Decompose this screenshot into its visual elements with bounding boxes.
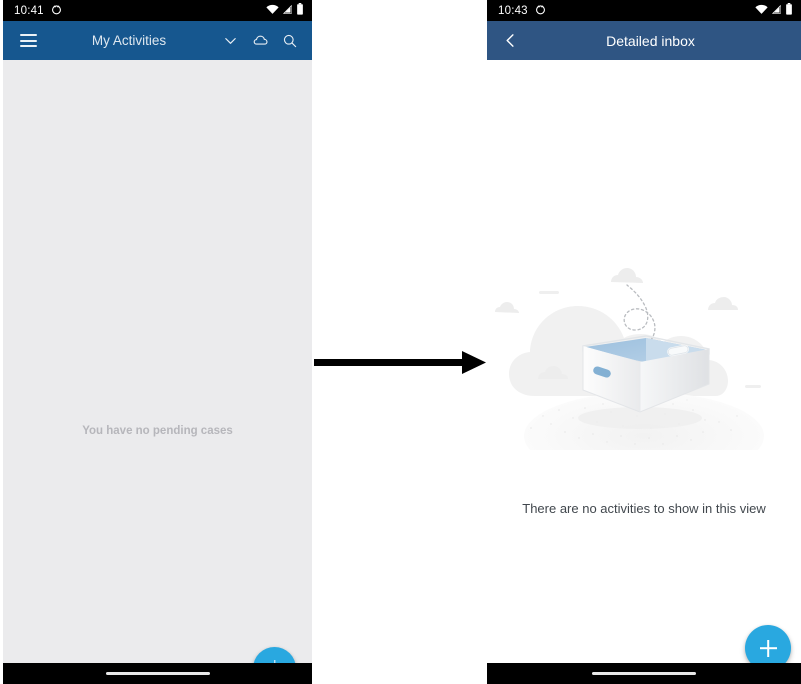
wifi-icon <box>755 2 768 20</box>
status-bar-left-group: 10:41 <box>14 2 62 20</box>
gesture-nav-bar-left <box>3 663 312 684</box>
content-area-left: You have no pending cases <box>3 60 312 684</box>
empty-box-clouds-illustration <box>487 250 801 480</box>
content-area-right: There are no activities to show in this … <box>487 60 801 671</box>
status-bar-right-group <box>755 2 793 20</box>
status-time: 10:43 <box>498 4 528 17</box>
chevron-down-icon[interactable] <box>217 28 243 54</box>
toolbar-right: Detailed inbox <box>487 21 801 60</box>
wifi-icon <box>266 2 279 20</box>
status-bar-right: 10:43 <box>487 0 801 21</box>
status-bar-right-group <box>266 2 304 20</box>
gesture-pill[interactable] <box>592 672 696 675</box>
battery-icon <box>785 2 793 20</box>
signal-icon <box>282 2 293 20</box>
empty-state-message: You have no pending cases <box>82 425 233 437</box>
cloud-icon[interactable] <box>247 28 273 54</box>
page-title: My Activities <box>91 33 167 48</box>
status-bar-left-group: 10:43 <box>498 2 546 20</box>
battery-icon <box>296 2 304 20</box>
empty-state-message: There are no activities to show in this … <box>522 501 766 516</box>
phone-right: 10:43 Detailed inbox There are no activi… <box>487 0 801 684</box>
hamburger-menu-icon[interactable] <box>15 28 41 54</box>
plus-icon <box>760 640 777 657</box>
gesture-pill[interactable] <box>105 672 210 675</box>
page-title: Detailed inbox <box>606 32 695 49</box>
search-icon[interactable] <box>277 28 303 54</box>
status-time: 10:41 <box>14 4 44 17</box>
toolbar-actions-left <box>217 28 303 54</box>
flow-arrow <box>312 345 487 380</box>
signal-icon <box>771 2 782 20</box>
alarm-icon <box>535 2 546 20</box>
toolbar-left: My Activities <box>3 21 312 60</box>
status-bar-left: 10:41 <box>3 0 312 21</box>
phone-left: 10:41 My Activities You have no pending … <box>3 0 312 684</box>
gesture-nav-bar-right <box>487 663 801 684</box>
alarm-icon <box>51 2 62 20</box>
